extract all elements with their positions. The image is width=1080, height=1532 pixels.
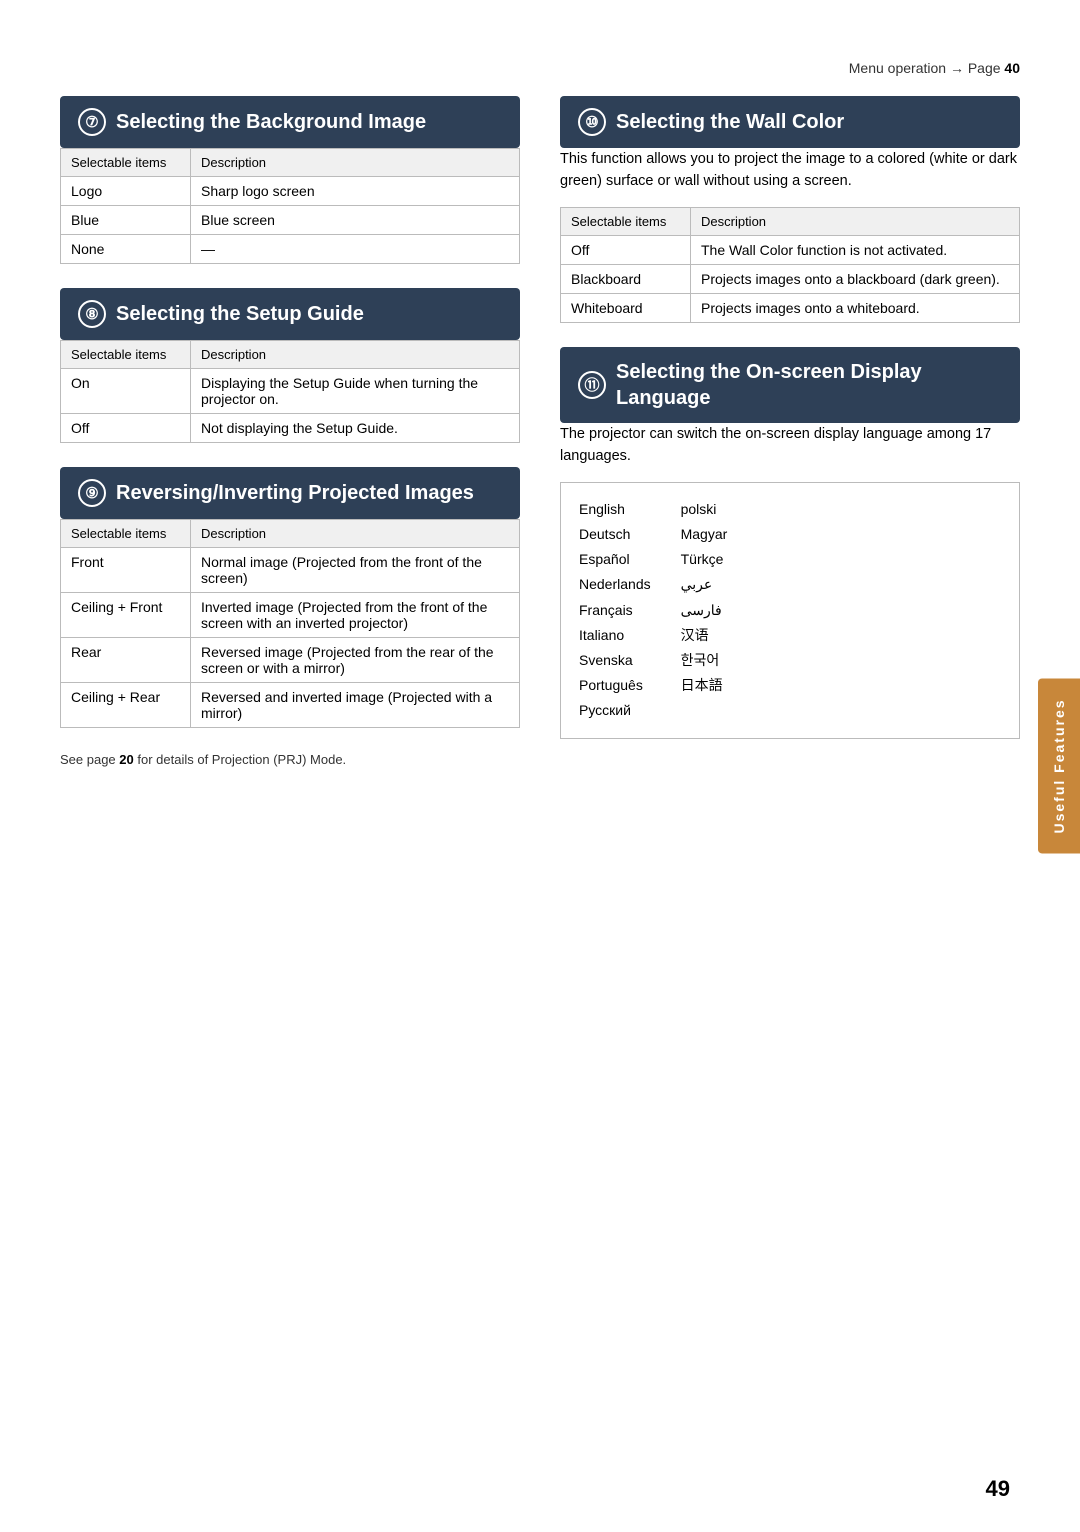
page-container: Useful Features Menu operation → Page 40… [0, 0, 1080, 1532]
table-row: BlackboardProjects images onto a blackbo… [561, 264, 1020, 293]
section-8-block: ⑧ Selecting the Setup Guide Selectable i… [60, 288, 520, 443]
language-item: Nederlands [579, 572, 651, 597]
section-7-table: Selectable items Description LogoSharp l… [60, 148, 520, 264]
main-content: ⑦ Selecting the Background Image Selecta… [60, 96, 1020, 789]
table-row: LogoSharp logo screen [61, 177, 520, 206]
table-row: FrontNormal image (Projected from the fr… [61, 548, 520, 593]
section-8-col2-header: Description [191, 341, 520, 369]
table-row: OffNot displaying the Setup Guide. [61, 414, 520, 443]
section-9-number: ⑨ [78, 479, 106, 507]
language-box: EnglishDeutschEspañolNederlandsFrançaisI… [560, 482, 1020, 739]
language-item: 汉语 [681, 623, 728, 648]
section-8-title: Selecting the Setup Guide [116, 301, 364, 327]
language-item: Italiano [579, 623, 651, 648]
section-8-table: Selectable items Description OnDisplayin… [60, 340, 520, 443]
language-column-2: polskiMagyarTürkçeعربيفارسی汉语한국어日本語 [681, 497, 728, 724]
section-9-block: ⑨ Reversing/Inverting Projected Images S… [60, 467, 520, 767]
language-item: 한국어 [681, 648, 728, 673]
section-10-desc: This function allows you to project the … [560, 148, 1020, 193]
section-9-header: ⑨ Reversing/Inverting Projected Images [60, 467, 520, 519]
language-item: polski [681, 497, 728, 522]
table-row: RearReversed image (Projected from the r… [61, 638, 520, 683]
table-row: OffThe Wall Color function is not activa… [561, 235, 1020, 264]
section-7-col1-header: Selectable items [61, 149, 191, 177]
menu-operation: Menu operation → Page 40 [60, 60, 1020, 76]
section-10-col1-header: Selectable items [561, 207, 691, 235]
section-10-header: ⑩ Selecting the Wall Color [560, 96, 1020, 148]
language-item: 日本語 [681, 673, 728, 698]
section-9-col1-header: Selectable items [61, 520, 191, 548]
table-row: BlueBlue screen [61, 206, 520, 235]
language-item: Русский [579, 698, 651, 723]
section-8-header: ⑧ Selecting the Setup Guide [60, 288, 520, 340]
page-number: 49 [986, 1476, 1010, 1502]
table-row: None— [61, 235, 520, 264]
table-row: Ceiling + FrontInverted image (Projected… [61, 593, 520, 638]
language-item: فارسی [681, 598, 728, 623]
language-item: Magyar [681, 522, 728, 547]
section-9-title: Reversing/Inverting Projected Images [116, 480, 474, 506]
section-11-block: ⑪ Selecting the On-screen Display Langua… [560, 347, 1020, 739]
section-9-table: Selectable items Description FrontNormal… [60, 519, 520, 728]
sidebar-tab: Useful Features [1038, 678, 1080, 853]
language-column-1: EnglishDeutschEspañolNederlandsFrançaisI… [579, 497, 651, 724]
section-7-block: ⑦ Selecting the Background Image Selecta… [60, 96, 520, 264]
table-row: Ceiling + RearReversed and inverted imag… [61, 683, 520, 728]
language-item: Español [579, 547, 651, 572]
section-11-title: Selecting the On-screen Display Language [616, 359, 1002, 411]
menu-operation-text: Menu operation → Page [849, 60, 1005, 76]
section-7-number: ⑦ [78, 108, 106, 136]
section-7-header: ⑦ Selecting the Background Image [60, 96, 520, 148]
language-item: English [579, 497, 651, 522]
section-9-footer: See page 20 for details of Projection (P… [60, 752, 520, 767]
section-10-table: Selectable items Description OffThe Wall… [560, 207, 1020, 323]
section-10-col2-header: Description [691, 207, 1020, 235]
section-11-number: ⑪ [578, 371, 606, 399]
section-8-number: ⑧ [78, 300, 106, 328]
section-9-col2-header: Description [191, 520, 520, 548]
section-7-col2-header: Description [191, 149, 520, 177]
table-row: OnDisplaying the Setup Guide when turnin… [61, 369, 520, 414]
menu-operation-page: 40 [1004, 60, 1020, 76]
language-item: Svenska [579, 648, 651, 673]
language-item: Deutsch [579, 522, 651, 547]
language-item: Français [579, 598, 651, 623]
left-column: ⑦ Selecting the Background Image Selecta… [60, 96, 520, 789]
section-11-desc: The projector can switch the on-screen d… [560, 423, 1020, 468]
right-column: ⑩ Selecting the Wall Color This function… [560, 96, 1020, 789]
table-row: WhiteboardProjects images onto a whitebo… [561, 293, 1020, 322]
language-item: Türkçe [681, 547, 728, 572]
language-item: Português [579, 673, 651, 698]
language-item: عربي [681, 572, 728, 597]
section-10-block: ⑩ Selecting the Wall Color This function… [560, 96, 1020, 323]
section-10-number: ⑩ [578, 108, 606, 136]
section-10-title: Selecting the Wall Color [616, 109, 844, 135]
sidebar-tab-label: Useful Features [1051, 698, 1067, 833]
section-11-header: ⑪ Selecting the On-screen Display Langua… [560, 347, 1020, 423]
section-8-col1-header: Selectable items [61, 341, 191, 369]
section-7-title: Selecting the Background Image [116, 109, 426, 135]
